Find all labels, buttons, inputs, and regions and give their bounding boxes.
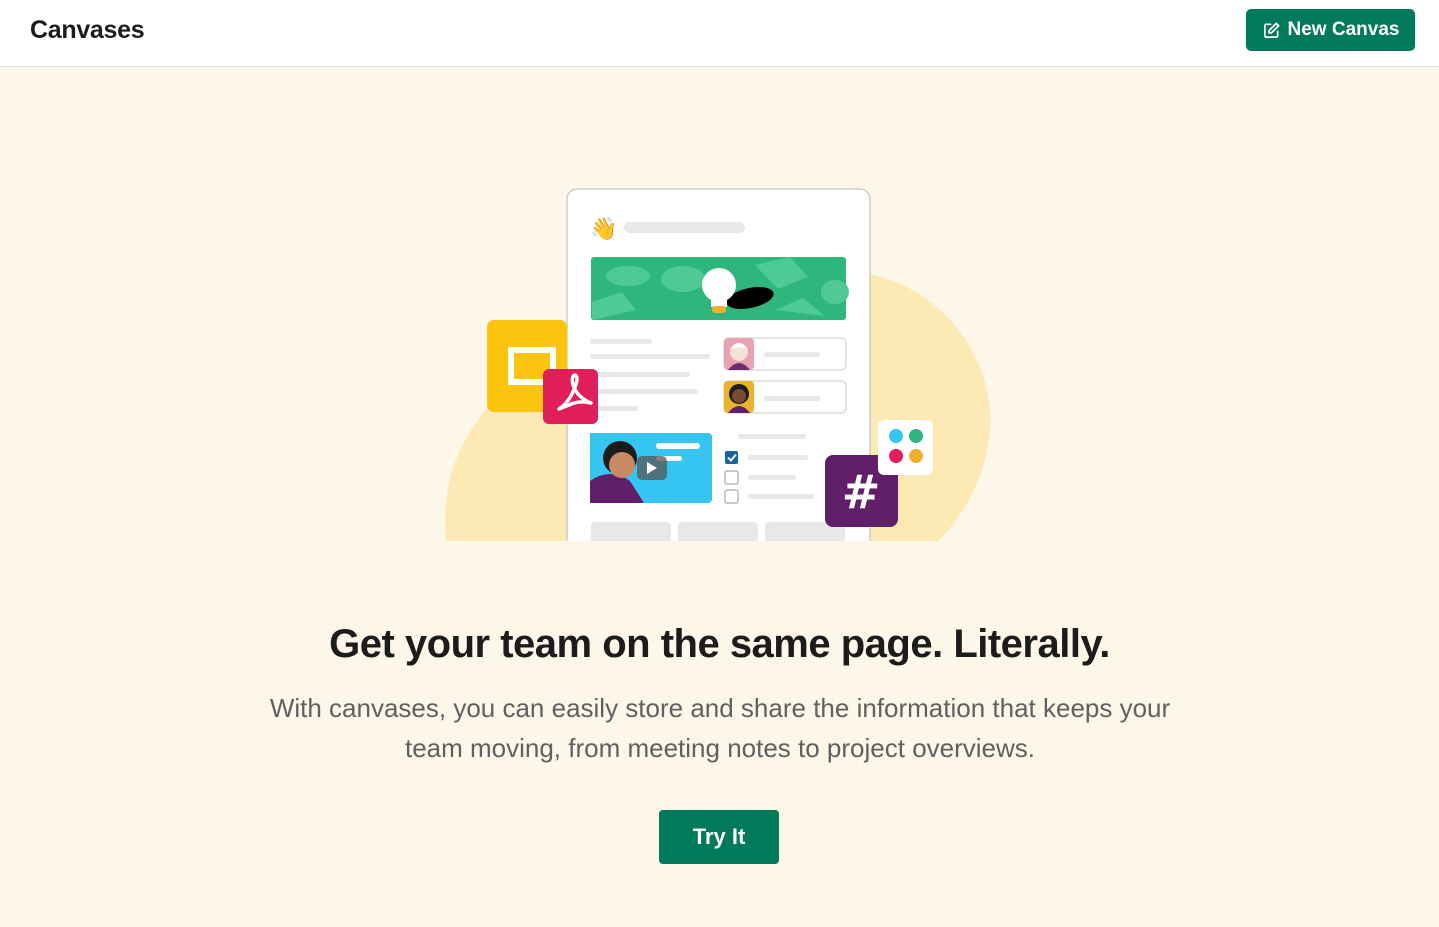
compose-icon xyxy=(1262,21,1281,40)
wave-emoji: 👋 xyxy=(590,216,617,242)
user-row xyxy=(723,380,847,414)
checkbox-icon xyxy=(725,451,738,464)
empty-state-description: With canvases, you can easily store and … xyxy=(269,693,1171,763)
new-canvas-button[interactable]: New Canvas xyxy=(1246,9,1415,51)
user-row xyxy=(723,337,847,371)
top-bar: Canvases New Canvas xyxy=(0,0,1439,67)
empty-state-headline: Get your team on the same page. Literall… xyxy=(329,622,1110,666)
try-it-button[interactable]: Try It xyxy=(659,810,779,864)
channel-symbol: # xyxy=(842,465,881,519)
canvas-illustration: 👋 # xyxy=(430,180,1010,542)
lightbulb-icon xyxy=(591,257,849,320)
page-title: Canvases xyxy=(30,16,145,44)
slack-logo-icon xyxy=(878,420,933,475)
new-canvas-label: New Canvas xyxy=(1287,19,1400,40)
pdf-icon xyxy=(543,369,598,424)
play-icon xyxy=(590,433,712,503)
